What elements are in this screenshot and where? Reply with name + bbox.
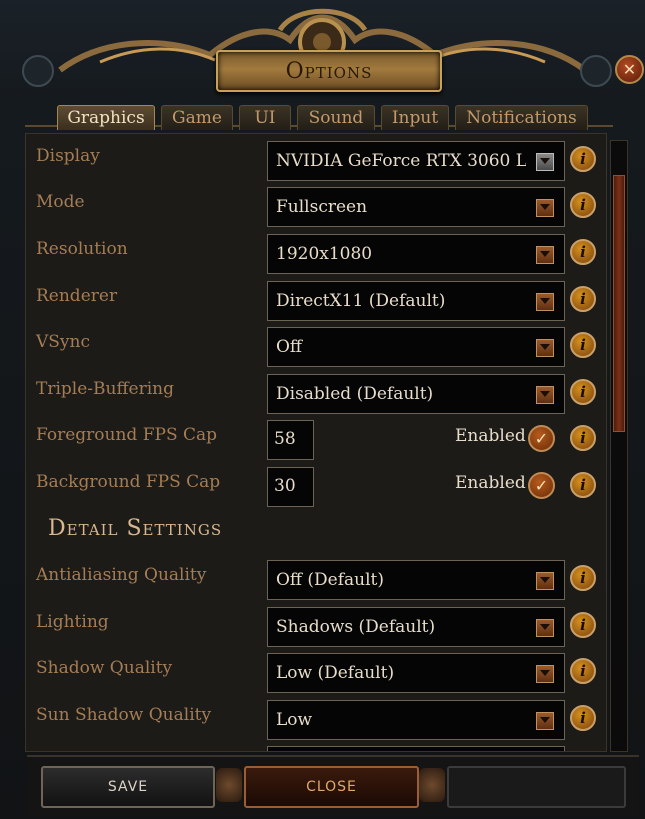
chevron-down-icon bbox=[536, 339, 554, 357]
sun-shadow-quality-select[interactable]: Low bbox=[267, 700, 565, 740]
setting-row-mode: Mode Fullscreen i bbox=[26, 182, 606, 227]
setting-row-resolution: Resolution 1920x1080 i bbox=[26, 229, 606, 274]
save-button[interactable]: SAVE bbox=[41, 766, 215, 808]
display-select[interactable]: NVIDIA GeForce RTX 3060 Laptop GPU bbox=[267, 141, 565, 181]
foreground-fps-field-box bbox=[267, 420, 314, 460]
close-button[interactable]: CLOSE bbox=[244, 766, 419, 808]
triple-buffering-select[interactable]: Disabled (Default) bbox=[267, 374, 565, 414]
window-title: Options bbox=[285, 58, 373, 84]
setting-row-display: Display NVIDIA GeForce RTX 3060 Laptop G… bbox=[26, 136, 606, 181]
tab-game[interactable]: Game bbox=[161, 105, 233, 130]
ornament-medallion-right-icon bbox=[580, 55, 612, 87]
settings-panel: Display NVIDIA GeForce RTX 3060 Laptop G… bbox=[25, 133, 607, 752]
detail-settings-heading: Detail Settings bbox=[48, 516, 223, 541]
foreground-fps-enabled-checkbox[interactable]: ✓ bbox=[528, 425, 555, 452]
info-icon[interactable]: i bbox=[570, 425, 596, 451]
chevron-down-icon bbox=[536, 293, 554, 311]
tab-notifications[interactable]: Notifications bbox=[455, 105, 588, 130]
tab-graphics[interactable]: Graphics bbox=[57, 105, 155, 130]
setting-label: Background FPS Cap bbox=[36, 472, 221, 492]
renderer-select[interactable]: DirectX11 (Default) bbox=[267, 281, 565, 321]
setting-row-triple-buffering: Triple-Buffering Disabled (Default) i bbox=[26, 369, 606, 414]
chevron-down-icon bbox=[536, 153, 554, 171]
select-value: Off bbox=[276, 337, 303, 357]
tab-bar: Graphics Game UI Sound Input Notificatio… bbox=[57, 105, 588, 131]
ornament-medallion-left-icon bbox=[22, 55, 54, 87]
mode-select[interactable]: Fullscreen bbox=[267, 187, 565, 227]
setting-label: Resolution bbox=[36, 239, 128, 259]
setting-label: Renderer bbox=[36, 286, 118, 306]
setting-label: Display bbox=[36, 146, 100, 166]
background-fps-input[interactable] bbox=[268, 468, 314, 496]
window-title-plate: Options bbox=[216, 50, 442, 92]
info-icon[interactable]: i bbox=[570, 146, 596, 172]
select-value: Low (Default) bbox=[276, 663, 395, 683]
footer-rosette-icon bbox=[419, 768, 445, 802]
info-icon[interactable]: i bbox=[570, 286, 596, 312]
partial-select[interactable] bbox=[267, 746, 565, 751]
vsync-select[interactable]: Off bbox=[267, 327, 565, 367]
chevron-down-icon bbox=[536, 246, 554, 264]
chevron-down-icon bbox=[536, 619, 554, 637]
background-fps-field-box bbox=[267, 467, 314, 507]
background-fps-enabled-checkbox[interactable]: ✓ bbox=[528, 472, 555, 499]
info-icon[interactable]: i bbox=[570, 332, 596, 358]
chevron-down-icon bbox=[536, 199, 554, 217]
select-value: NVIDIA GeForce RTX 3060 Laptop GPU bbox=[276, 151, 526, 171]
tab-sound[interactable]: Sound bbox=[297, 105, 375, 130]
setting-row-partial bbox=[26, 741, 606, 751]
setting-label: Sun Shadow Quality bbox=[36, 705, 212, 725]
setting-row-antialiasing: Antialiasing Quality Off (Default) i bbox=[26, 555, 606, 600]
setting-row-renderer: Renderer DirectX11 (Default) i bbox=[26, 276, 606, 321]
select-value: Off (Default) bbox=[276, 570, 385, 590]
chevron-down-icon bbox=[536, 712, 554, 730]
setting-label: VSync bbox=[36, 332, 90, 352]
chevron-down-icon bbox=[536, 572, 554, 590]
enabled-label: Enabled bbox=[455, 473, 526, 493]
tab-input[interactable]: Input bbox=[381, 105, 449, 130]
tab-ui[interactable]: UI bbox=[239, 105, 291, 130]
setting-label: Triple-Buffering bbox=[36, 379, 175, 399]
setting-label: Shadow Quality bbox=[36, 658, 173, 678]
setting-row-foreground-fps: Foreground FPS Cap Enabled ✓ i bbox=[26, 415, 606, 460]
select-value: Disabled (Default) bbox=[276, 384, 434, 404]
setting-label: Foreground FPS Cap bbox=[36, 425, 218, 445]
footer-rosette-icon bbox=[216, 768, 242, 802]
info-icon[interactable]: i bbox=[570, 612, 596, 638]
select-value: Low bbox=[276, 710, 313, 730]
setting-row-background-fps: Background FPS Cap Enabled ✓ i bbox=[26, 462, 606, 507]
options-window: Options ✕ Graphics Game UI Sound Input N… bbox=[0, 0, 645, 819]
close-window-icon[interactable]: ✕ bbox=[615, 55, 644, 84]
setting-label: Lighting bbox=[36, 612, 109, 632]
setting-row-lighting: Lighting Shadows (Default) i bbox=[26, 602, 606, 647]
enabled-label: Enabled bbox=[455, 426, 526, 446]
chevron-down-icon bbox=[536, 665, 554, 683]
setting-label: Antialiasing Quality bbox=[36, 565, 207, 585]
info-icon[interactable]: i bbox=[570, 472, 596, 498]
select-value: Shadows (Default) bbox=[276, 617, 436, 637]
info-icon[interactable]: i bbox=[570, 192, 596, 218]
empty-button-slot bbox=[447, 766, 626, 808]
chevron-down-icon bbox=[536, 386, 554, 404]
setting-row-shadow-quality: Shadow Quality Low (Default) i bbox=[26, 648, 606, 693]
info-icon[interactable]: i bbox=[570, 239, 596, 265]
info-icon[interactable]: i bbox=[570, 565, 596, 591]
info-icon[interactable]: i bbox=[570, 379, 596, 405]
shadow-quality-select[interactable]: Low (Default) bbox=[267, 653, 565, 693]
antialiasing-select[interactable]: Off (Default) bbox=[267, 560, 565, 600]
setting-label: Mode bbox=[36, 192, 85, 212]
lighting-select[interactable]: Shadows (Default) bbox=[267, 607, 565, 647]
foreground-fps-input[interactable] bbox=[268, 421, 314, 449]
setting-row-sun-shadow-quality: Sun Shadow Quality Low i bbox=[26, 695, 606, 740]
resolution-select[interactable]: 1920x1080 bbox=[267, 234, 565, 274]
info-icon[interactable]: i bbox=[570, 658, 596, 684]
select-value: Fullscreen bbox=[276, 197, 368, 217]
scrollbar-thumb[interactable] bbox=[613, 175, 625, 432]
info-icon[interactable]: i bbox=[570, 705, 596, 731]
select-value: DirectX11 (Default) bbox=[276, 291, 446, 311]
setting-row-vsync: VSync Off i bbox=[26, 322, 606, 367]
select-value: 1920x1080 bbox=[276, 244, 373, 264]
